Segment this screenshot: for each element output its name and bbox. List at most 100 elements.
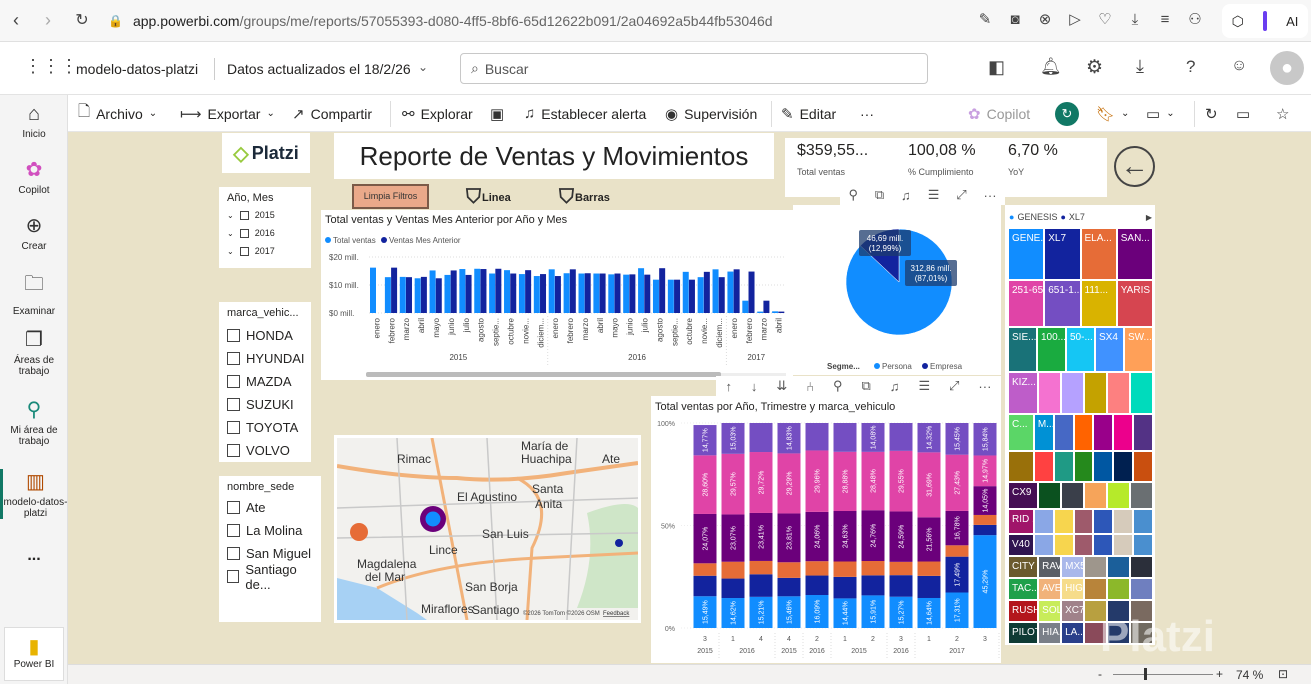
treemap-tile[interactable]: PILOT	[1009, 622, 1038, 643]
treemap-tile[interactable]	[1034, 509, 1053, 533]
checkbox[interactable]	[227, 501, 240, 514]
treemap-tile[interactable]: RID ...	[1009, 509, 1033, 533]
expand-chevron-icon[interactable]: ⌄	[227, 211, 234, 220]
checkbox[interactable]	[227, 375, 240, 388]
treemap-tile[interactable]: RAV4	[1039, 556, 1061, 577]
treemap-tile[interactable]	[1114, 534, 1133, 555]
treemap-tile[interactable]	[1131, 556, 1152, 577]
treemap-tile[interactable]	[1074, 452, 1093, 481]
treemap-tile[interactable]	[1062, 482, 1084, 508]
treemap-tile[interactable]: XC70	[1062, 600, 1084, 621]
checkbox[interactable]	[227, 547, 240, 560]
checkbox[interactable]	[227, 570, 240, 583]
treemap-tile[interactable]: HIA...	[1039, 622, 1061, 643]
menu-icon[interactable]: ≡	[1150, 11, 1180, 28]
nav-home[interactable]: ⌂ Inicio	[0, 103, 68, 140]
map-bubble-blue[interactable]	[425, 511, 441, 527]
nav-create[interactable]: ⊕ Crear	[0, 213, 68, 252]
expand-chevron-icon[interactable]: ⌄	[227, 247, 234, 256]
treemap-tile[interactable]	[1062, 373, 1084, 414]
treemap-tile[interactable]	[1054, 415, 1073, 451]
treemap-tile[interactable]	[1094, 509, 1113, 533]
treemap-tile[interactable]: C...	[1009, 415, 1033, 451]
slicer-option[interactable]: ⌄ 2016	[219, 224, 311, 242]
treemap-tile[interactable]	[1034, 452, 1053, 481]
more-icon[interactable]: ···	[978, 379, 991, 394]
checkbox[interactable]	[227, 444, 240, 457]
avatar[interactable]: ●	[1270, 51, 1304, 85]
treemap-tile[interactable]	[1074, 415, 1093, 451]
scrollbar[interactable]	[366, 372, 721, 377]
gear-icon[interactable]: ⚙	[1086, 56, 1103, 79]
copilot-button[interactable]: ✿ Copilot	[968, 95, 1030, 132]
checkbox[interactable]	[227, 421, 240, 434]
slicer-option[interactable]: ⌄ 2017	[219, 242, 311, 260]
treemap-tile[interactable]: HIG...	[1062, 578, 1084, 599]
reload-button[interactable]: ↻	[1205, 95, 1218, 132]
address-bar[interactable]: 🔒 app.powerbi.com/groups/me/reports/5705…	[108, 8, 968, 34]
map[interactable]: Rimac María deHuachipa Ate El Agustino Santa…	[336, 437, 639, 621]
zoom-in-button[interactable]: +	[1216, 667, 1223, 681]
treemap-tile[interactable]: GENE...	[1009, 229, 1044, 279]
treemap-tile[interactable]: SIE...	[1009, 328, 1036, 372]
treemap-tile[interactable]	[1054, 452, 1073, 481]
play-icon[interactable]: ▷	[1060, 10, 1090, 28]
monitoring-button[interactable]: ◉ Supervisión	[665, 95, 757, 132]
treemap-tile[interactable]	[1074, 509, 1093, 533]
slicer-option[interactable]: VOLVO	[219, 439, 311, 462]
treemap-tile[interactable]	[1108, 578, 1130, 599]
filter-icon[interactable]: ☰	[918, 378, 930, 394]
explore-button[interactable]: ⚯ Explorar	[402, 95, 473, 132]
map-feedback-link[interactable]: Feedback	[603, 611, 630, 617]
zoom-slider[interactable]	[1113, 674, 1213, 675]
back-arrow-button[interactable]: ←	[1114, 146, 1155, 187]
export-menu[interactable]: ⟼ Exportar ⌄	[180, 95, 275, 132]
bookmark-line-button[interactable]: ⛉ Linea	[466, 186, 511, 209]
treemap-tile[interactable]	[1108, 556, 1130, 577]
file-menu[interactable]: 🗋 Archivo ⌄	[78, 95, 157, 132]
expand-chevron-icon[interactable]: ⌄	[227, 229, 234, 238]
treemap-tile[interactable]	[1114, 452, 1133, 481]
treemap-tile[interactable]: AVE...	[1039, 578, 1061, 599]
clear-filters-button[interactable]: Limpia Filtros	[352, 184, 429, 209]
shield-icon[interactable]: ⊗	[1030, 10, 1060, 28]
treemap-tile[interactable]	[1054, 509, 1073, 533]
checkbox[interactable]	[227, 352, 240, 365]
bookmark-menu[interactable]: 🔖︎ ⌄	[1096, 95, 1129, 132]
treemap-tile[interactable]	[1114, 415, 1133, 451]
edit-icon[interactable]: ✎	[970, 10, 1000, 28]
pin-icon[interactable]: ⚲	[833, 378, 843, 394]
focus-mode-icon[interactable]: ⤢	[956, 187, 966, 203]
bell-icon[interactable]: 🔔︎	[1040, 57, 1062, 77]
set-alert-button[interactable]: ♫ Establecer alerta	[524, 95, 646, 132]
slicer-option[interactable]: La Molina	[219, 519, 321, 542]
treemap-visual[interactable]: ●GENESIS ●XL7 ▶ GENE...XL7ELA...SAN...25…	[1005, 205, 1155, 645]
bell-icon[interactable]: ♫	[901, 188, 911, 203]
map-visual[interactable]: Rimac María de Huachipa Ate El Agustino Santa…	[334, 435, 641, 623]
treemap-tile[interactable]: 111...	[1081, 281, 1116, 326]
slicer-option[interactable]: HYUNDAI	[219, 347, 311, 370]
nav-workspaces[interactable]: ❐ Áreas de trabajo	[0, 327, 68, 377]
copy-icon[interactable]: ⧉	[875, 187, 884, 203]
map-bubble-orange[interactable]	[350, 523, 368, 541]
treemap-tile[interactable]: YARIS	[1117, 281, 1152, 326]
download-icon[interactable]: ⤓	[1136, 56, 1144, 77]
treemap-tile[interactable]: SOL...	[1039, 600, 1061, 621]
copy-icon[interactable]: ⧉	[861, 378, 870, 394]
treemap-tile[interactable]	[1085, 373, 1107, 414]
treemap-tile[interactable]: V40	[1009, 534, 1033, 555]
treemap-tile[interactable]: LA...	[1062, 622, 1084, 643]
treemap-tile[interactable]	[1131, 482, 1152, 508]
treemap-tile[interactable]	[1094, 534, 1113, 555]
bar-chart-visual[interactable]: Total ventas y Ventas Mes Anterior por A…	[321, 210, 793, 380]
slicer-option[interactable]: ⌄ 2015	[219, 206, 311, 224]
treemap-tile[interactable]: 100...	[1038, 328, 1065, 372]
pie-chart-visual[interactable]: 312,86 mill. (87,01%) 46,69 mill. (12,99%) S…	[793, 205, 1001, 375]
view-menu[interactable]: ▭ ⌄	[1146, 95, 1175, 132]
report-name[interactable]: modelo-datos-platzi	[76, 61, 198, 77]
download-icon[interactable]: ⤓	[1120, 11, 1150, 28]
treemap-tile[interactable]	[1108, 482, 1130, 508]
slicer-option[interactable]: TOYOTA	[219, 416, 311, 439]
stacked-chart-visual[interactable]: Total ventas por Año, Trimestre y marca_…	[651, 396, 1001, 663]
treemap-tile[interactable]	[1085, 556, 1107, 577]
